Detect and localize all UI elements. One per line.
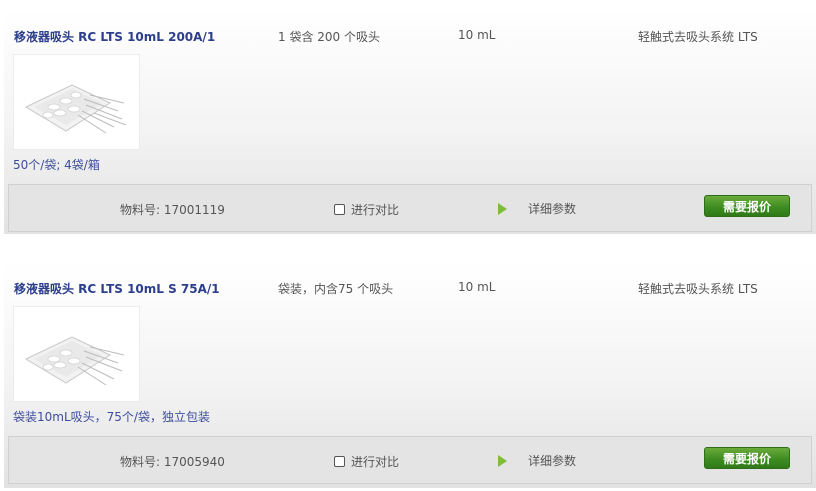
- request-quote-button[interactable]: 需要报价: [704, 447, 790, 469]
- compare-checkbox[interactable]: 进行对比: [334, 201, 399, 218]
- product-card: 移液器吸头 RC LTS 10mL 200A/1 1 袋含 200 个吸头 10…: [4, 10, 816, 234]
- product-image[interactable]: [13, 54, 140, 150]
- product-name-link[interactable]: 移液器吸头 RC LTS 10mL 200A/1: [14, 28, 215, 45]
- product-packaging: 1 袋含 200 个吸头: [278, 30, 380, 44]
- product-image[interactable]: [13, 306, 140, 402]
- product-description: 50个/袋; 4袋/箱: [13, 158, 100, 172]
- compare-label: 进行对比: [351, 203, 400, 217]
- details-label: 详细参数: [528, 202, 577, 216]
- product-packaging: 袋装，内含75 个吸头: [278, 282, 394, 296]
- product-description: 袋装10mL吸头，75个/袋，独立包装: [13, 410, 210, 424]
- details-link[interactable]: 详细参数: [498, 200, 576, 217]
- part-number: 物料号: 17005940: [120, 455, 225, 469]
- product-volume: 10 mL: [458, 28, 496, 42]
- details-link[interactable]: 详细参数: [498, 452, 576, 469]
- product-system: 轻触式去吸头系统 LTS: [638, 30, 758, 44]
- product-info: 移液器吸头 RC LTS 10mL 200A/1 1 袋含 200 个吸头 10…: [4, 10, 816, 186]
- details-label: 详细参数: [528, 454, 577, 468]
- product-card: 移液器吸头 RC LTS 10mL S 75A/1 袋装，内含75 个吸头 10…: [4, 262, 816, 488]
- product-name-link[interactable]: 移液器吸头 RC LTS 10mL S 75A/1: [14, 280, 220, 297]
- product-action-bar: 物料号: 17005940 进行对比 详细参数 需要报价: [8, 436, 812, 484]
- checkbox-icon[interactable]: [334, 456, 345, 467]
- compare-checkbox[interactable]: 进行对比: [334, 453, 399, 470]
- request-quote-button[interactable]: 需要报价: [704, 195, 790, 217]
- play-icon: [498, 202, 507, 215]
- product-info: 移液器吸头 RC LTS 10mL S 75A/1 袋装，内含75 个吸头 10…: [4, 262, 816, 434]
- play-icon: [498, 454, 507, 467]
- product-action-bar: 物料号: 17001119 进行对比 详细参数 需要报价: [8, 184, 812, 232]
- compare-label: 进行对比: [351, 455, 400, 469]
- product-system: 轻触式去吸头系统 LTS: [638, 282, 758, 296]
- part-number: 物料号: 17001119: [120, 203, 225, 217]
- product-volume: 10 mL: [458, 280, 496, 294]
- checkbox-icon[interactable]: [334, 204, 345, 215]
